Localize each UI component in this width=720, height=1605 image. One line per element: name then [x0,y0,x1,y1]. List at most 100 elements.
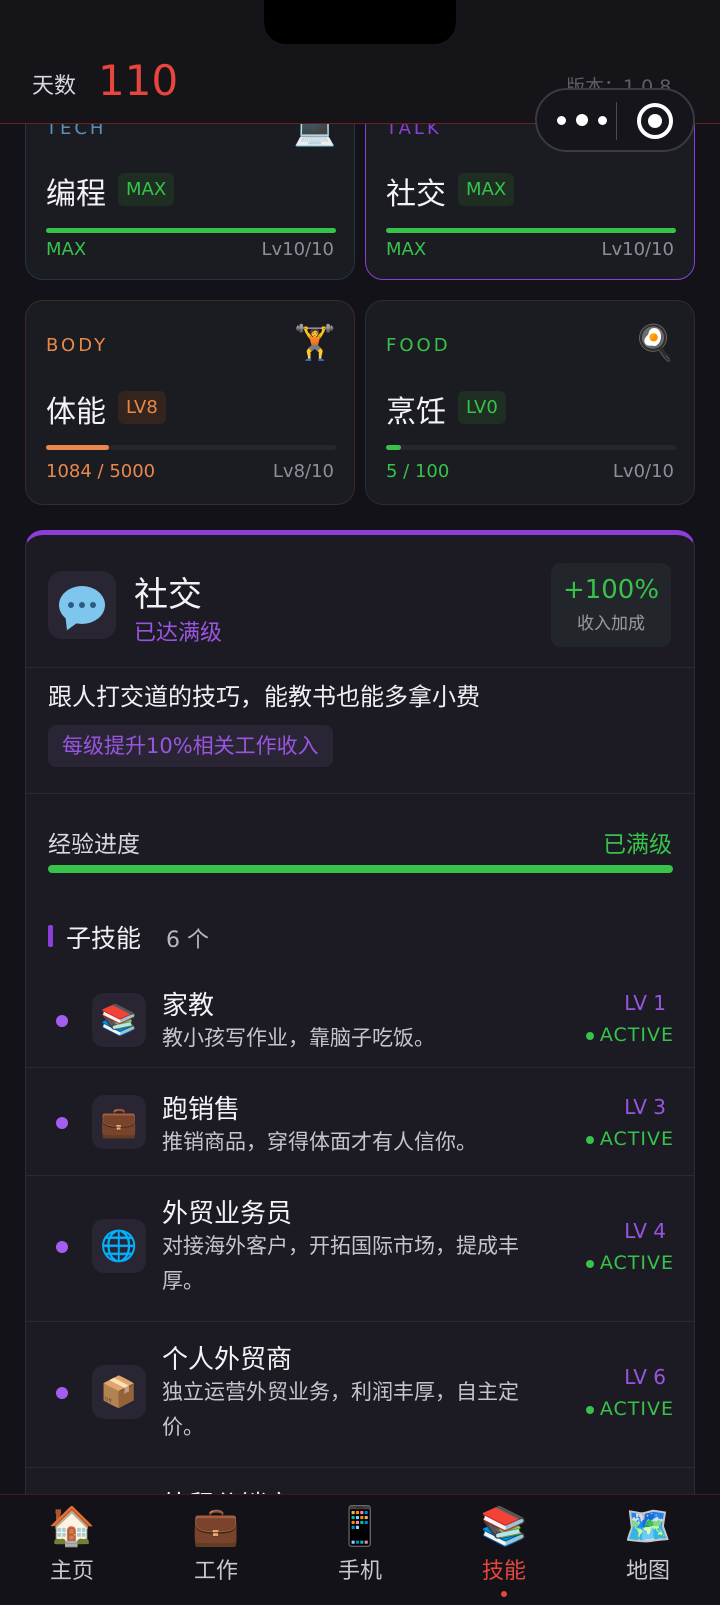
tab-phone[interactable]: 📱 手机 [288,1495,432,1605]
globe-icon: 🌐 [92,1219,146,1273]
weightlifter-icon: 🏋️ [293,323,336,363]
subskill-title: 跑销售 [162,1095,241,1125]
card-progress-text: MAX [46,239,87,260]
subskill-level: LV 1 [624,991,666,1015]
card-progress-text: MAX [386,239,427,260]
tab-label: 地图 [625,1559,670,1584]
card-level-badge: MAX [458,173,515,206]
subskill-level: LV 3 [624,1095,666,1119]
subskill-active-badge: ACTIVE [586,1398,674,1420]
card-progress-fill [386,228,676,233]
status-dot [56,1015,68,1027]
card-skill-name: 烹饪 [386,395,446,430]
subskill-item[interactable]: 💼 跑销售 推销商品，穿得体面才有人信你。 LV 3 ACTIVE [26,1067,694,1173]
subskill-description: 教小孩写作业，靠脑子吃饭。 [162,1026,435,1050]
subskill-active-badge: ACTIVE [586,1252,674,1274]
income-bonus-box: +100% 收入加成 [551,563,671,647]
detail-description: 跟人打交道的技巧，能教书也能多拿小费 [48,683,480,711]
day-counter: 110 [98,56,179,105]
detail-status: 已达满级 [134,621,223,646]
tab-map[interactable]: 🗺️ 地图 [576,1495,720,1605]
capsule-divider [616,102,617,140]
card-progress-bar [386,228,676,233]
card-level-text: Lv0/10 [612,461,674,482]
card-level-badge: MAX [118,173,175,206]
tab-label: 主页 [49,1559,94,1584]
card-progress-fill [386,445,401,450]
divider [26,667,694,668]
subskill-item[interactable]: 🌐 外贸业务员 对接海外客户，开拓国际市场，提成丰厚。 LV 4 ACTIVE [26,1175,694,1321]
status-dot [56,1241,68,1253]
subskill-active-badge: ACTIVE [586,1128,674,1150]
skill-card-tech[interactable]: TECH 💻 编程 MAX MAX Lv10/10 [25,100,355,280]
subskills-title: 子技能 [66,924,142,953]
tab-work[interactable]: 💼 工作 [144,1495,288,1605]
card-progress-text: 5 / 100 [386,461,450,482]
card-category: BODY [46,335,109,356]
card-level-badge: LV0 [458,391,506,424]
world-map-icon: 🗺️ [624,1504,672,1548]
exp-progress-bar [48,865,673,873]
speech-bubble-icon [48,571,116,639]
bottom-tab-bar: 🏠 主页 💼 工作 📱 手机 📚 技能 🗺️ 地图 [0,1494,720,1605]
skill-detail-panel: 社交 已达满级 +100% 收入加成 跟人打交道的技巧，能教书也能多拿小费 每级… [25,530,695,1530]
card-progress-fill [46,228,336,233]
subskill-active-badge: ACTIVE [586,1024,674,1046]
subskill-title: 个人外贸商 [162,1345,293,1375]
card-level-text: Lv8/10 [272,461,334,482]
skill-card-body[interactable]: BODY 🏋️ 体能 LV8 1084 / 5000 Lv8/10 [25,300,355,505]
briefcase-icon: 💼 [192,1504,240,1548]
more-menu-icon[interactable] [557,109,607,131]
exp-status: 已满级 [603,832,672,858]
frying-egg-icon: 🍳 [633,323,676,363]
books-icon: 📚 [480,1504,528,1548]
income-bonus-value: +100% [562,575,660,605]
section-marker [48,925,53,947]
day-label: 天数 [32,74,77,99]
card-skill-name: 社交 [386,177,446,212]
subskill-level: LV 4 [624,1219,666,1243]
card-level-badge: LV8 [118,391,166,424]
skill-card-food[interactable]: FOOD 🍳 烹饪 LV0 5 / 100 Lv0/10 [365,300,695,505]
tab-label: 工作 [193,1559,238,1584]
card-progress-bar [46,445,336,450]
card-progress-fill [46,445,109,450]
subskill-title: 家教 [162,991,215,1021]
detail-title: 社交 [134,575,202,615]
phone-icon: 📱 [336,1504,384,1548]
briefcase-icon: 💼 [92,1095,146,1149]
tab-label: 手机 [337,1559,382,1584]
tab-label: 技能 [481,1559,526,1584]
card-category: FOOD [386,335,451,356]
house-icon: 🏠 [48,1504,96,1548]
miniprogram-capsule [535,88,695,152]
tab-home[interactable]: 🏠 主页 [0,1495,144,1605]
books-icon: 📚 [92,993,146,1047]
card-level-text: Lv10/10 [261,239,334,260]
card-skill-name: 体能 [46,395,106,430]
subskills-count: 6 个 [166,928,209,953]
subskill-item[interactable]: 📚 家教 教小孩写作业，靠脑子吃饭。 LV 1 ACTIVE [26,965,694,1065]
card-level-text: Lv10/10 [601,239,674,260]
subskill-description: 独立运营外贸业务，利润丰厚，自主定价。 [162,1380,519,1439]
subskill-description: 推销商品，穿得体面才有人信你。 [162,1130,477,1154]
tab-skills[interactable]: 📚 技能 [432,1495,576,1605]
package-icon: 📦 [92,1365,146,1419]
card-skill-name: 编程 [46,177,106,212]
card-progress-bar [386,445,676,450]
card-progress-bar [46,228,336,233]
close-target-icon[interactable] [637,103,673,139]
status-dot [56,1117,68,1129]
subskill-description: 对接海外客户，开拓国际市场，提成丰厚。 [162,1234,519,1293]
subskill-title: 外贸业务员 [162,1199,293,1229]
active-tab-indicator [501,1591,507,1597]
divider [26,793,694,794]
bonus-tag: 每级提升10%相关工作收入 [48,725,333,767]
income-bonus-label: 收入加成 [577,614,645,634]
device-notch [264,0,456,44]
exp-label: 经验进度 [48,832,140,858]
subskill-level: LV 6 [624,1365,666,1389]
subskill-item[interactable]: 📦 个人外贸商 独立运营外贸业务，利润丰厚，自主定价。 LV 6 ACTIVE [26,1321,694,1467]
card-progress-text: 1084 / 5000 [46,461,156,482]
status-dot [56,1387,68,1399]
